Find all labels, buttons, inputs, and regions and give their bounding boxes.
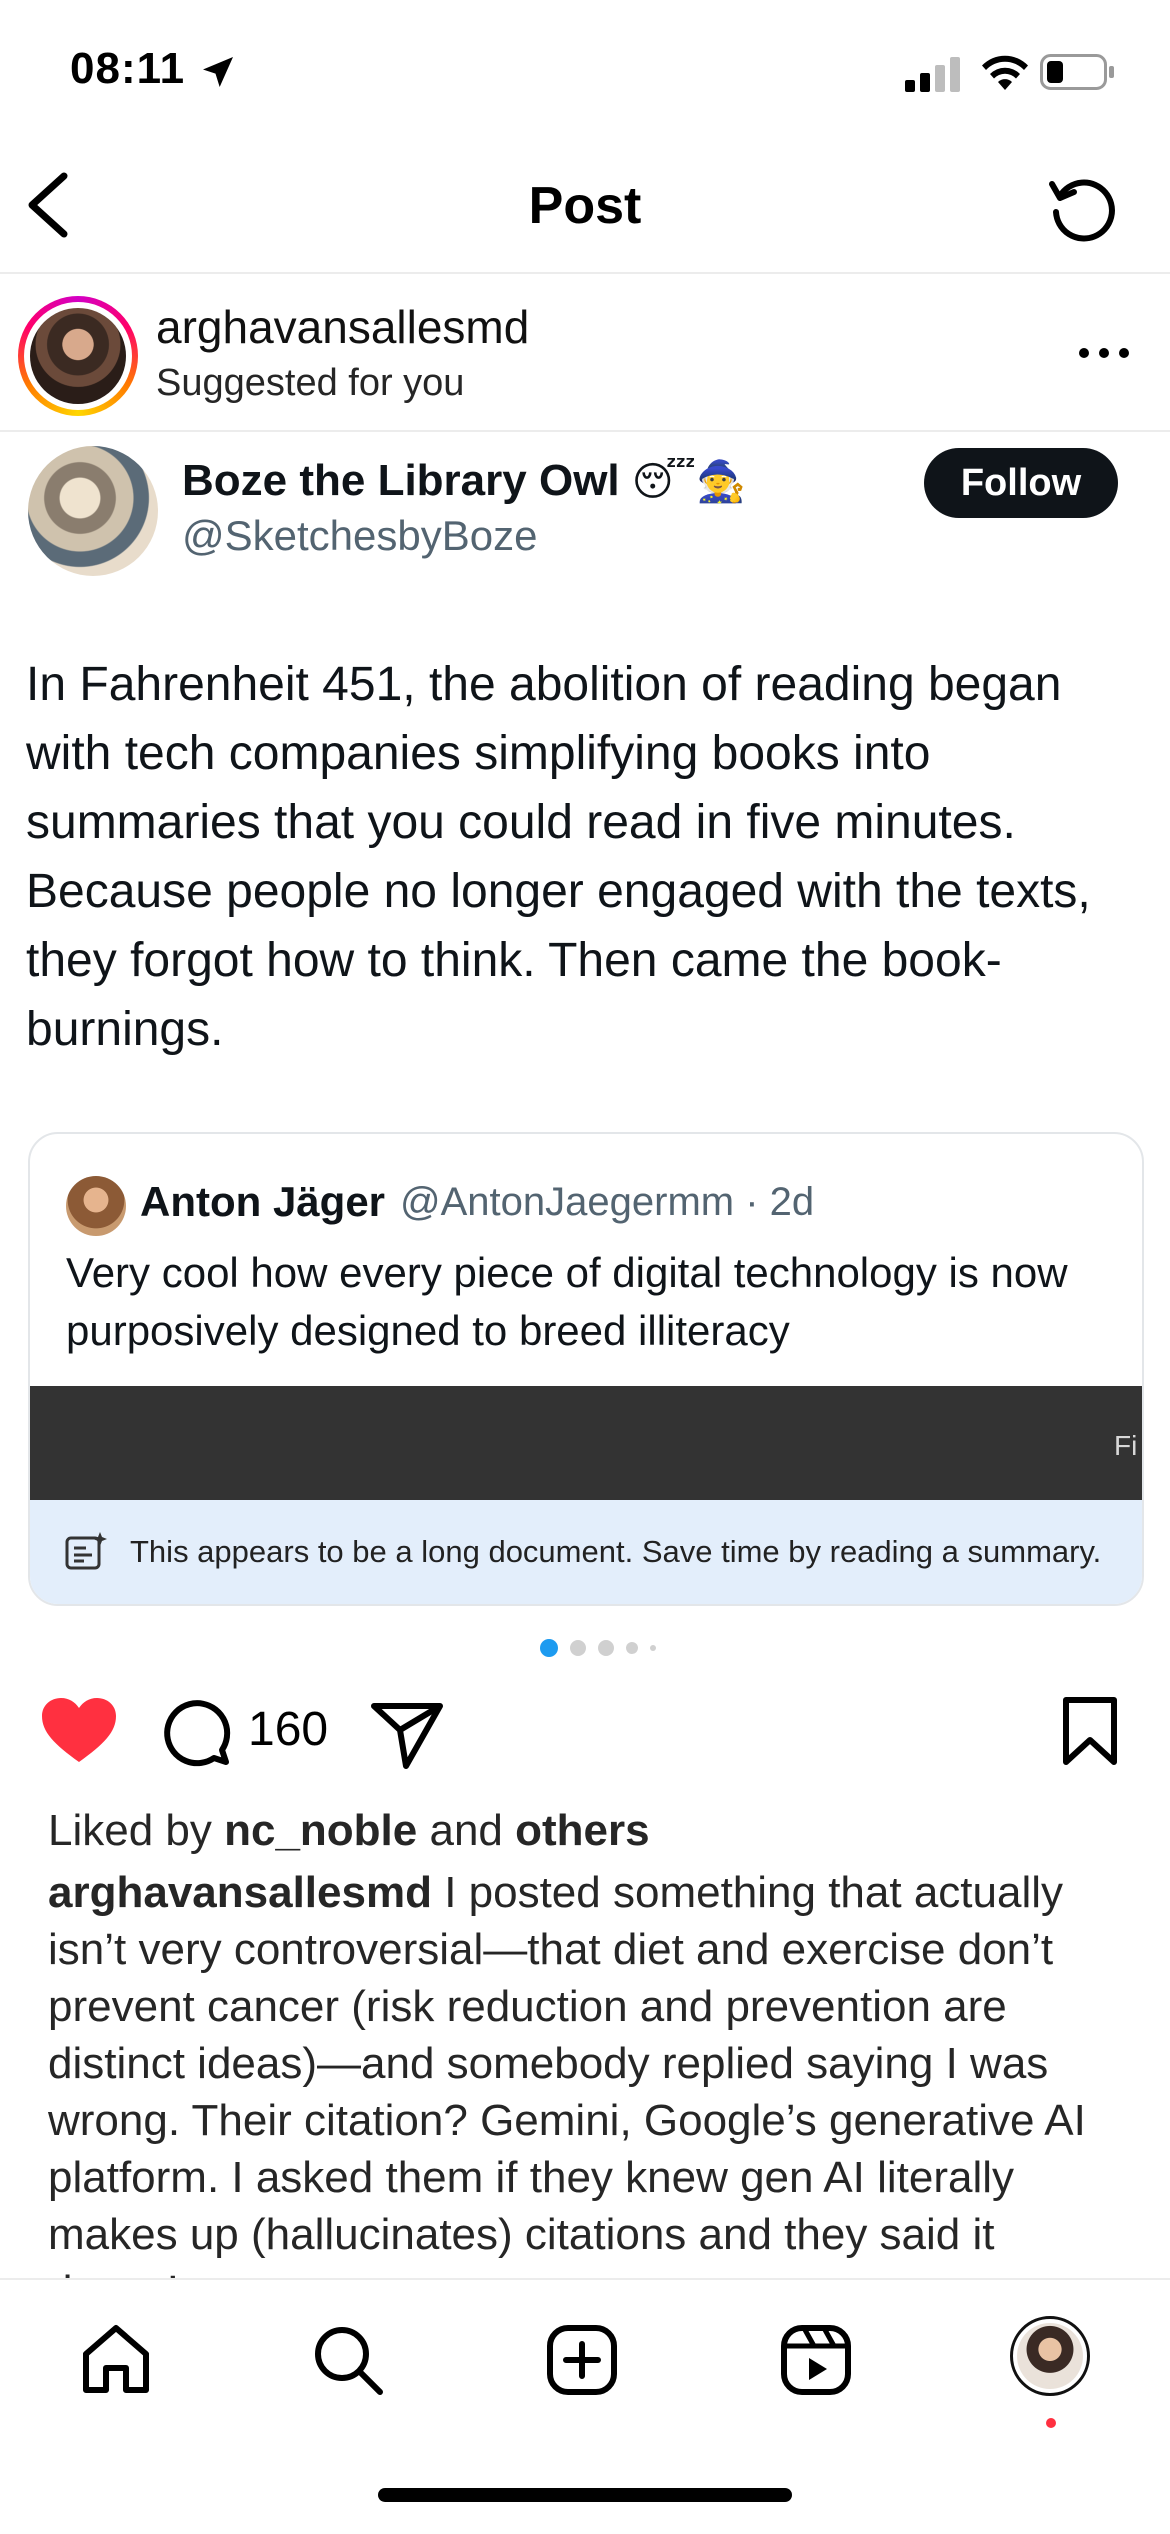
document-toolbar: Fi xyxy=(30,1386,1142,1500)
follow-button: Follow xyxy=(924,448,1118,518)
quoted-tweet-text: Very cool how every piece of digital tec… xyxy=(66,1249,1068,1354)
quoted-author-name: Anton Jäger xyxy=(140,1178,386,1225)
carousel-dot xyxy=(570,1640,586,1656)
page-title: Post xyxy=(528,177,642,235)
tweet-author-handle: @SketchesbyBoze xyxy=(182,512,538,559)
comment-button[interactable] xyxy=(162,1698,232,1768)
cellular-signal-icon xyxy=(905,57,960,92)
author-username[interactable]: arghavansallesmd xyxy=(156,300,529,354)
liked-by-text[interactable]: Liked by nc_noble and others xyxy=(48,1806,650,1856)
carousel-dot xyxy=(598,1640,614,1656)
battery-icon xyxy=(1040,54,1114,90)
home-indicator xyxy=(378,2488,792,2502)
toolbar-text: Fi xyxy=(1114,1430,1138,1461)
home-icon xyxy=(83,2325,149,2393)
more-horizontal-icon xyxy=(1079,348,1129,358)
refresh-icon xyxy=(1049,179,1115,242)
post-caption: arghavansallesmd I posted something that… xyxy=(48,1864,1138,2278)
tab-create[interactable] xyxy=(542,2320,622,2400)
notification-dot xyxy=(1046,2418,1056,2428)
tweet-author-name-text: Boze the Library Owl xyxy=(182,456,620,505)
save-button[interactable] xyxy=(1060,1696,1120,1768)
divider xyxy=(0,430,1170,432)
tweet-author-avatar xyxy=(28,446,158,576)
carousel-dot xyxy=(540,1639,558,1657)
tweet-author-emoji: 😴🧙 xyxy=(631,460,746,504)
summary-notice-bar: This appears to be a long document. Save… xyxy=(30,1500,1142,1604)
more-options-button[interactable] xyxy=(1076,338,1132,368)
carousel-dot xyxy=(650,1645,656,1651)
caption-text: I posted something that actually isn’t v… xyxy=(48,1868,1086,2278)
quoted-tweet-card: Anton Jäger @AntonJaegermm · 2d Very coo… xyxy=(28,1132,1144,1606)
quoted-author-meta: @AntonJaegermm · 2d xyxy=(400,1180,815,1224)
author-avatar[interactable] xyxy=(18,296,138,416)
tab-search[interactable] xyxy=(308,2320,388,2400)
tab-home[interactable] xyxy=(76,2320,156,2400)
create-post-icon xyxy=(547,2325,617,2395)
heart-filled-icon xyxy=(42,1698,116,1762)
bookmark-icon xyxy=(1063,1697,1117,1765)
suggested-label: Suggested for you xyxy=(156,362,465,404)
refresh-button[interactable] xyxy=(1046,172,1118,244)
carousel-indicator xyxy=(540,1638,680,1658)
send-icon xyxy=(371,1703,443,1769)
quoted-author-avatar xyxy=(66,1176,126,1236)
caption-username[interactable]: arghavansallesmd xyxy=(48,1868,432,1917)
search-icon xyxy=(315,2327,383,2395)
tab-profile[interactable] xyxy=(1010,2316,1090,2396)
profile-avatar xyxy=(1017,2323,1083,2389)
divider xyxy=(0,272,1170,274)
like-button[interactable] xyxy=(40,1696,118,1766)
share-button[interactable] xyxy=(370,1700,444,1770)
summary-notice-text: This appears to be a long document. Save… xyxy=(130,1534,1102,1569)
tab-reels[interactable] xyxy=(776,2320,856,2400)
status-time: 08:11 xyxy=(70,44,186,93)
carousel-dot xyxy=(626,1642,638,1654)
comment-count: 160 xyxy=(248,1703,329,1756)
liked-by-user[interactable]: nc_noble xyxy=(224,1806,417,1855)
liked-by-others[interactable]: others xyxy=(515,1806,649,1855)
tweet-text: In Fahrenheit 451, the abolition of read… xyxy=(26,658,1091,1056)
comment-icon xyxy=(164,1700,231,1767)
location-arrow-icon xyxy=(203,57,233,87)
document-summary-icon xyxy=(65,1532,107,1570)
tweet-author-name: Boze the Library Owl 😴🧙 xyxy=(182,456,746,506)
wifi-icon xyxy=(982,55,1028,90)
reels-icon xyxy=(781,2325,851,2395)
caption-container: arghavansallesmd I posted something that… xyxy=(0,1860,1170,2278)
